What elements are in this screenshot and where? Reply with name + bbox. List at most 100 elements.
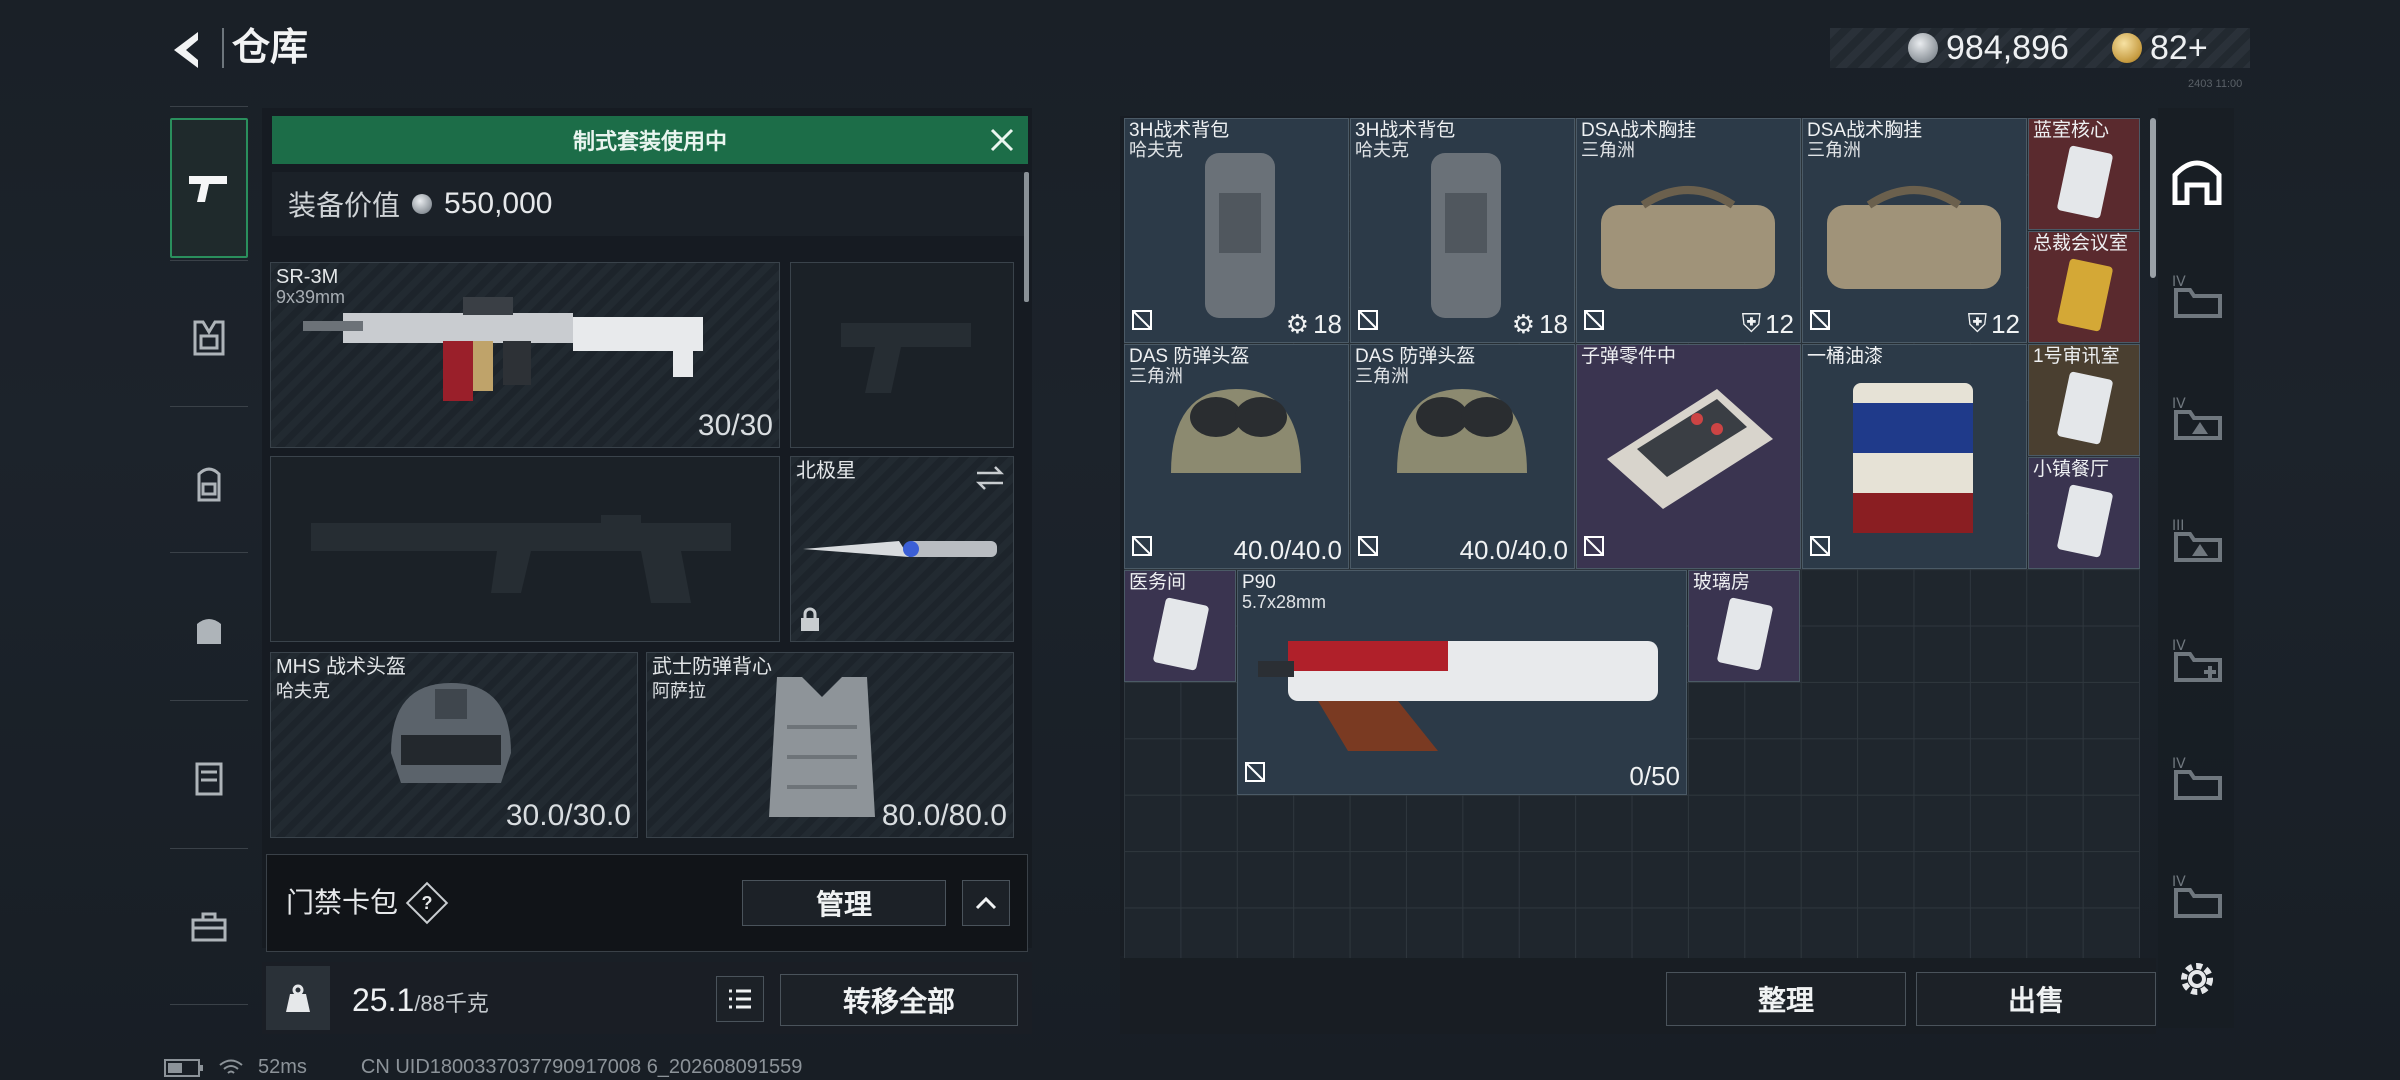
tab-divider xyxy=(170,700,248,701)
equipment-value-row: 装备价值 550,000 xyxy=(272,172,1028,236)
currency-gold[interactable]: 82+ xyxy=(2112,28,2208,68)
stash-tab-7[interactable]: IV xyxy=(2164,626,2230,692)
stash-item-keycard[interactable]: 蓝室核心 xyxy=(2028,118,2140,230)
back-arrow-icon xyxy=(174,32,198,68)
no-insure-icon xyxy=(1583,535,1605,562)
stash-item-p90[interactable]: P90 5.7x28mm 0/50 xyxy=(1237,570,1687,795)
item-name: DAS 防弹头盔 xyxy=(1355,346,1476,367)
warehouse-icon xyxy=(2172,160,2222,205)
helmet-brand: 哈夫克 xyxy=(276,681,330,701)
stash-item-chest-rig[interactable]: DSA战术胸挂 三角洲 ⛨ 12 xyxy=(1576,118,1801,343)
preset-banner: 制式套装使用中 xyxy=(272,116,1028,164)
panel-scrollbar[interactable] xyxy=(1024,172,1029,302)
uid-label: CN UID1800337037790917008 6_202608091559 xyxy=(360,1056,803,1078)
item-name: 蓝室核心 xyxy=(2033,120,2110,141)
tab-backpack[interactable] xyxy=(170,414,248,554)
helmet-durability: 30.0/30.0 xyxy=(505,799,631,832)
tab-pouch[interactable] xyxy=(170,560,248,700)
item-name: DAS 防弹头盔 xyxy=(1129,346,1250,367)
status-bar: 52ms CN UID1800337037790917008 6_2026080… xyxy=(164,1056,802,1079)
stash-tab-5[interactable]: IV xyxy=(2164,384,2230,450)
item-brand: 三角洲 xyxy=(1807,140,1861,160)
keycard-icon xyxy=(1717,597,1773,671)
stash-item-keycard[interactable]: 玻璃房 xyxy=(1688,570,1800,682)
lock-icon xyxy=(801,607,819,631)
helmet-slot[interactable]: MHS 战术头盔 哈夫克 30.0/30.0 xyxy=(270,652,638,838)
stash-item-ammo-parts[interactable]: 子弹零件中 xyxy=(1576,344,1801,569)
stash-item-backpack[interactable]: 3H战术背包 哈夫克 ⚙ 18 xyxy=(1124,118,1349,343)
weight-icon xyxy=(286,984,310,1012)
manage-button[interactable]: 管理 xyxy=(742,880,946,926)
tab-chest-rig[interactable] xyxy=(170,268,248,408)
no-insure-icon xyxy=(1357,309,1379,336)
weight-current: 25.1 xyxy=(352,982,415,1018)
collapse-button[interactable] xyxy=(962,880,1010,926)
stash-tab-8[interactable]: IV xyxy=(2164,744,2230,810)
no-insure-icon xyxy=(1244,761,1266,788)
item-capacity: ⛨ 12 xyxy=(1741,308,1794,339)
close-banner-button[interactable] xyxy=(984,122,1020,158)
stash-item-keycard[interactable]: 医务间 xyxy=(1124,570,1236,682)
stash-item-chest-rig[interactable]: DSA战术胸挂 三角洲 ⛨ 12 xyxy=(1802,118,2027,343)
item-brand: 哈夫克 xyxy=(1355,140,1409,160)
weapon-ammo: 30/30 xyxy=(697,409,773,442)
stash-tab-main[interactable] xyxy=(2164,148,2230,214)
stash-item-paint-can[interactable]: 一桶油漆 xyxy=(1802,344,2027,569)
stash-tab-4[interactable]: IV xyxy=(2164,262,2230,328)
item-name: DSA战术胸挂 xyxy=(1581,120,1697,141)
backpack-item-icon xyxy=(1431,153,1501,318)
tab-divider xyxy=(170,106,248,107)
list-view-button[interactable] xyxy=(716,976,764,1022)
tab-weapons[interactable] xyxy=(170,118,248,258)
silver-amount: 984,896 xyxy=(1946,28,2069,67)
stash-tab-9[interactable]: IV xyxy=(2164,862,2230,928)
armor-slot[interactable]: 武士防弹背心 阿萨拉 80.0/80.0 xyxy=(646,652,1014,838)
transfer-all-button[interactable]: 转移全部 xyxy=(780,974,1018,1026)
back-button[interactable] xyxy=(160,22,216,78)
stash-item-keycard[interactable]: 总裁会议室 xyxy=(2028,231,2140,343)
weight-max: /88千克 xyxy=(414,991,489,1016)
keycard-icon xyxy=(2057,145,2113,219)
folder-tab-icon: IV xyxy=(2172,756,2222,800)
stash-item-keycard[interactable]: 1号审讯室 xyxy=(2028,344,2140,456)
sell-button[interactable]: 出售 xyxy=(1916,972,2156,1026)
folder-tab-icon: IV xyxy=(2172,396,2222,440)
stash-item-helmet[interactable]: DAS 防弹头盔 三角洲 40.0/40.0 xyxy=(1350,344,1575,569)
p90-icon xyxy=(1258,641,1658,751)
stash-scrollbar[interactable] xyxy=(2150,118,2156,278)
backpack-item-icon xyxy=(1205,153,1275,318)
ping-label: 52ms xyxy=(258,1056,307,1078)
stash-item-helmet[interactable]: DAS 防弹头盔 三角洲 40.0/40.0 xyxy=(1124,344,1349,569)
stash-tab-6[interactable]: III xyxy=(2164,506,2230,572)
item-brand: 三角洲 xyxy=(1581,140,1635,160)
svg-text:IV: IV xyxy=(2172,638,2186,654)
stash-item-backpack[interactable]: 3H战术背包 哈夫克 ⚙ 18 xyxy=(1350,118,1575,343)
weight-lock-button[interactable] xyxy=(266,966,330,1030)
secondary-weapon-slot[interactable] xyxy=(270,456,780,642)
item-name: DSA战术胸挂 xyxy=(1807,120,1923,141)
melee-slot[interactable]: 北极星 xyxy=(790,456,1014,642)
no-insure-icon xyxy=(1357,535,1379,562)
stash-item-keycard[interactable]: 小镇餐厅 xyxy=(2028,457,2140,569)
tab-container[interactable] xyxy=(170,708,248,848)
tab-divider xyxy=(170,552,248,553)
helmet-item-icon xyxy=(1171,389,1301,473)
svg-text:IV: IV xyxy=(2172,874,2186,890)
settings-button[interactable] xyxy=(2164,946,2230,1012)
silver-coin-icon xyxy=(1908,33,1938,63)
item-name: 1号审讯室 xyxy=(2033,346,2120,367)
item-durability: 40.0/40.0 xyxy=(1233,535,1342,565)
duffel-bag-icon xyxy=(1601,186,1775,289)
swap-icon[interactable] xyxy=(975,465,1005,491)
primary-weapon-slot[interactable]: SR-3M 9x39mm 30/30 xyxy=(270,262,780,448)
item-ammo: 0/50 xyxy=(1629,761,1680,791)
tab-divider xyxy=(170,1004,248,1005)
keycard-icon xyxy=(1153,597,1209,671)
item-name: 3H战术背包 xyxy=(1129,120,1230,141)
tab-toolbox[interactable] xyxy=(170,856,248,996)
chevron-up-icon xyxy=(975,896,997,910)
armor-durability: 80.0/80.0 xyxy=(881,799,1007,832)
sort-button[interactable]: 整理 xyxy=(1666,972,1906,1026)
currency-silver[interactable]: 984,896 xyxy=(1908,28,2069,68)
sidearm-slot[interactable] xyxy=(790,262,1014,448)
